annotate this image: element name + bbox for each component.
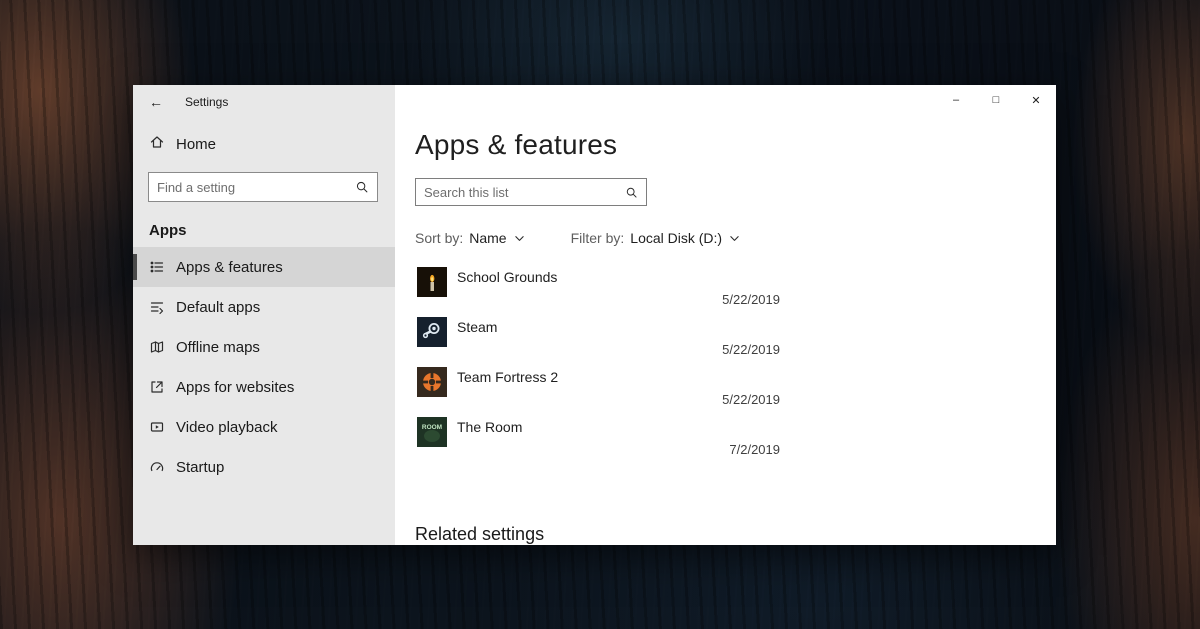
filter-by-label: Filter by: (571, 230, 625, 246)
app-install-date: 5/22/2019 (722, 392, 780, 407)
selected-accent-bar (133, 254, 137, 280)
app-row-steam[interactable]: Steam 5/22/2019 (415, 313, 780, 363)
sidebar-item-label: Offline maps (176, 339, 260, 356)
sidebar-item-apps-for-websites[interactable]: Apps for websites (133, 367, 395, 407)
sidebar-item-startup[interactable]: Startup (133, 447, 395, 487)
app-row-school-grounds[interactable]: School Grounds 5/22/2019 (415, 263, 780, 313)
installed-apps-list: School Grounds 5/22/2019 Steam (415, 263, 780, 463)
app-install-date: 5/22/2019 (722, 342, 780, 357)
sidebar-item-video-playback[interactable]: Video playback (133, 407, 395, 447)
minimize-button[interactable]: – (936, 85, 976, 115)
app-list-search-input[interactable] (416, 185, 621, 200)
sidebar-item-apps-features[interactable]: Apps & features (133, 247, 395, 287)
app-install-date: 5/22/2019 (722, 292, 780, 307)
page-title: Apps & features (415, 129, 1056, 161)
school-grounds-app-icon (417, 267, 447, 297)
apps-features-icon (149, 259, 165, 275)
window-title: Settings (185, 95, 228, 109)
the-room-app-icon: ROOM (417, 417, 447, 447)
sidebar-section-header: Apps (149, 222, 395, 239)
apps-for-websites-icon (149, 379, 165, 395)
app-list-search-box[interactable] (415, 178, 647, 206)
app-name: The Room (457, 419, 522, 435)
sidebar-item-label: Apps & features (176, 259, 283, 276)
steam-app-icon (417, 317, 447, 347)
filter-by-dropdown[interactable]: Local Disk (D:) (630, 230, 740, 246)
sidebar-item-offline-maps[interactable]: Offline maps (133, 327, 395, 367)
search-icon[interactable] (351, 180, 377, 194)
related-settings-heading: Related settings (415, 524, 544, 545)
maximize-button[interactable]: □ (976, 85, 1016, 115)
settings-sidebar: ← Settings Home Apps (133, 85, 395, 545)
svg-text:ROOM: ROOM (422, 424, 442, 431)
sidebar-item-label: Startup (176, 459, 224, 476)
sidebar-item-default-apps[interactable]: Default apps (133, 287, 395, 327)
offline-maps-icon (149, 339, 165, 355)
app-install-date: 7/2/2019 (729, 442, 780, 457)
filter-by-value: Local Disk (D:) (630, 230, 722, 246)
window-controls: – □ ✕ (936, 85, 1056, 115)
chevron-down-icon (729, 233, 740, 244)
sort-filter-row: Sort by: Name Filter by: Local Disk (D:) (415, 230, 1056, 246)
app-name: Steam (457, 319, 497, 335)
startup-icon (149, 459, 165, 475)
desktop-background: ← Settings Home Apps (0, 0, 1200, 629)
app-name: School Grounds (457, 269, 557, 285)
sort-by-value: Name (469, 230, 506, 246)
settings-main-pane: – □ ✕ Apps & features Sort by: Name (395, 85, 1056, 545)
chevron-down-icon (514, 233, 525, 244)
app-row-the-room[interactable]: ROOM The Room 7/2/2019 (415, 413, 780, 463)
search-icon[interactable] (621, 186, 646, 199)
settings-window: ← Settings Home Apps (133, 85, 1056, 545)
sidebar-item-label: Default apps (176, 299, 260, 316)
default-apps-icon (149, 299, 165, 315)
sidebar-search-box[interactable] (148, 172, 378, 202)
video-playback-icon (149, 419, 165, 435)
home-label: Home (176, 136, 216, 153)
close-button[interactable]: ✕ (1016, 85, 1056, 115)
titlebar-left: ← Settings (133, 85, 395, 110)
home-icon (149, 134, 165, 155)
sidebar-item-label: Video playback (176, 419, 277, 436)
app-row-team-fortress-2[interactable]: Team Fortress 2 5/22/2019 (415, 363, 780, 413)
sidebar-nav-list: Apps & features Default apps (133, 247, 395, 487)
sidebar-item-label: Apps for websites (176, 379, 294, 396)
sidebar-item-home[interactable]: Home (133, 126, 395, 162)
app-name: Team Fortress 2 (457, 369, 558, 385)
team-fortress-2-app-icon (417, 367, 447, 397)
sidebar-search-input[interactable] (149, 180, 351, 195)
sort-by-dropdown[interactable]: Name (469, 230, 524, 246)
back-icon[interactable]: ← (149, 94, 163, 110)
sort-by-label: Sort by: (415, 230, 463, 246)
